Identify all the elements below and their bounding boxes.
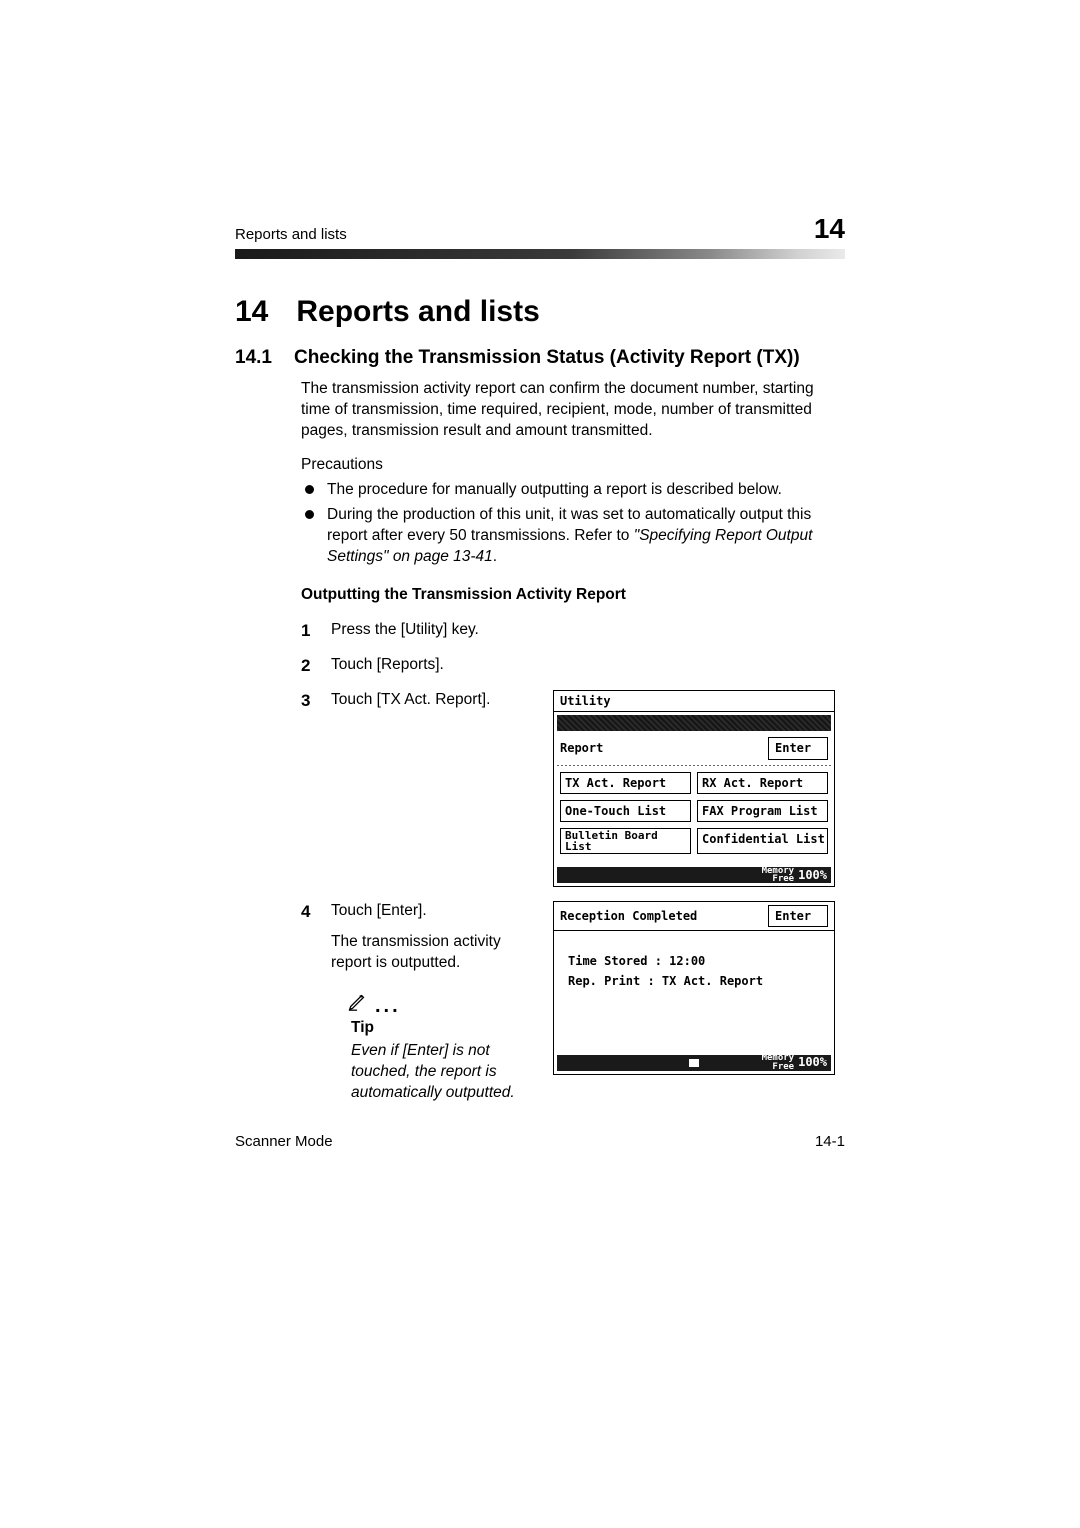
enter-button[interactable]: Enter [768, 737, 828, 759]
running-head-right: 14 [814, 215, 845, 243]
step-3: Touch [TX Act. Report]. Utility Report E… [301, 690, 845, 887]
lcd-status-bar: Memory Free 100% [557, 867, 831, 883]
lcd-utility-panel: Utility Report Enter TX Act. Report RX A… [553, 690, 835, 887]
rx-act-report-button[interactable]: RX Act. Report [697, 772, 828, 794]
lcd-body: Time Stored : 12:00 Rep. Print : TX Act.… [554, 931, 834, 1051]
step-subtext: The transmission activity report is outp… [331, 932, 531, 974]
lcd-report-grid: TX Act. Report RX Act. Report One-Touch … [554, 768, 834, 858]
step-2: Touch [Reports]. [301, 655, 845, 676]
divider-bar [235, 249, 845, 259]
section-number: 14.1 [235, 347, 272, 369]
precautions-label: Precautions [301, 456, 845, 474]
lcd-status-bar: Memory Free 100% [557, 1055, 831, 1071]
memory-free-label: Memory Free [762, 1054, 795, 1070]
lcd-divider [557, 765, 831, 766]
procedure-steps: Press the [Utility] key. Touch [Reports]… [301, 620, 845, 1103]
time-stored-line: Time Stored : 12:00 [568, 953, 820, 969]
bulletin-board-list-button[interactable]: Bulletin Board List [560, 828, 691, 854]
one-touch-list-button[interactable]: One-Touch List [560, 800, 691, 822]
rep-print-line: Rep. Print : TX Act. Report [568, 973, 820, 989]
step-text: Touch [Reports]. [331, 656, 444, 673]
step-1: Press the [Utility] key. [301, 620, 845, 641]
memory-free-value: 100% [798, 1054, 827, 1070]
lcd-title: Utility [554, 691, 834, 712]
step-4: Touch [Enter]. The transmission activity… [301, 901, 845, 1103]
lcd-black-bar [557, 715, 831, 731]
writing-hand-icon [347, 990, 369, 1016]
intro-paragraph: The transmission activity report can con… [301, 379, 845, 442]
list-item: During the production of this unit, it w… [301, 505, 845, 568]
tip-icon-row: ... [347, 990, 531, 1016]
chapter-title: Reports and lists [296, 295, 539, 329]
chapter-number: 14 [235, 295, 268, 329]
ellipsis-icon: ... [375, 996, 401, 1016]
tip-title: Tip [351, 1018, 531, 1039]
bullet-text: The procedure for manually outputting a … [327, 481, 782, 498]
lcd-reception-panel: Reception Completed Enter Time Stored : … [553, 901, 835, 1075]
tx-act-report-button[interactable]: TX Act. Report [560, 772, 691, 794]
memory-free-label: Memory Free [762, 867, 795, 883]
stop-icon [689, 1059, 699, 1067]
running-head: Reports and lists 14 [235, 215, 845, 243]
lcd-title: Reception Completed [560, 908, 762, 924]
section-heading: 14.1 Checking the Transmission Status (A… [235, 347, 845, 369]
procedure-heading: Outputting the Transmission Activity Rep… [301, 585, 845, 606]
memory-free-value: 100% [798, 867, 827, 883]
step-text: Touch [TX Act. Report]. [331, 690, 531, 711]
tip-block: ... Tip Even if [Enter] is not touched, … [331, 990, 531, 1104]
bullet-text-post: . [493, 548, 497, 565]
tip-body: Even if [Enter] is not touched, the repo… [351, 1041, 531, 1104]
step-text: Press the [Utility] key. [331, 621, 479, 638]
list-item: The procedure for manually outputting a … [301, 480, 845, 501]
enter-button[interactable]: Enter [768, 905, 828, 927]
lcd-report-label: Report [560, 740, 762, 756]
section-title: Checking the Transmission Status (Activi… [294, 347, 800, 369]
precautions-list: The procedure for manually outputting a … [301, 480, 845, 568]
running-head-left: Reports and lists [235, 226, 347, 243]
fax-program-list-button[interactable]: FAX Program List [697, 800, 828, 822]
confidential-list-button[interactable]: Confidential List [697, 828, 828, 854]
footer-left: Scanner Mode [235, 1133, 333, 1150]
chapter-heading: 14 Reports and lists [235, 295, 845, 329]
page-footer: Scanner Mode 14-1 [235, 1133, 845, 1150]
body-column: The transmission activity report can con… [301, 379, 845, 1103]
step-text: Touch [Enter]. [331, 901, 531, 922]
manual-page: Reports and lists 14 14 Reports and list… [0, 0, 1080, 1528]
footer-right: 14-1 [815, 1133, 845, 1150]
